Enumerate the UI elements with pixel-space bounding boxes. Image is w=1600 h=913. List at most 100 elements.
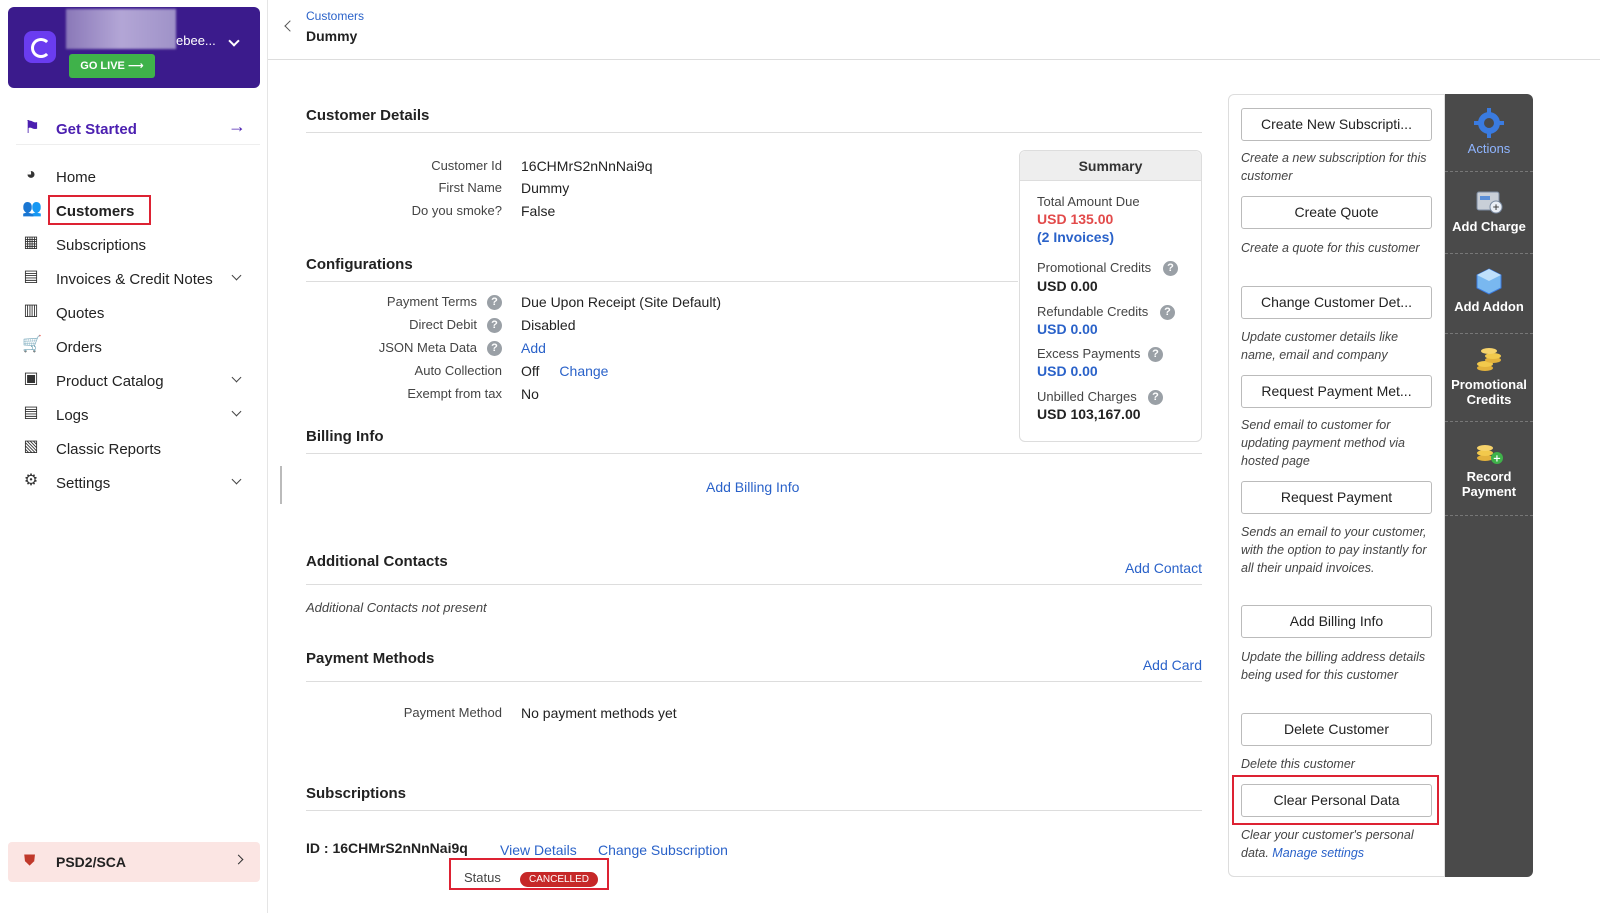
- manage-settings-link[interactable]: Manage settings: [1272, 846, 1364, 860]
- payment-terms-text: Payment Terms: [386, 294, 477, 309]
- invoices-link[interactable]: (2 Invoices): [1037, 229, 1114, 245]
- chevron-down-icon: [231, 270, 242, 281]
- calendar-icon: ▦: [23, 234, 39, 251]
- actions-panel: Create New Subscripti... Create a new su…: [1228, 94, 1445, 877]
- tab-label: Promotional Credits: [1451, 377, 1527, 407]
- request-payment-button[interactable]: Request Payment: [1241, 481, 1432, 514]
- change-customer-details-button[interactable]: Change Customer Det...: [1241, 286, 1432, 319]
- add-card-link[interactable]: Add Card: [1143, 657, 1202, 673]
- divider: [306, 810, 1202, 811]
- cart-icon: 🛒: [22, 336, 42, 353]
- tab-add-charge[interactable]: + Add Charge: [1445, 186, 1533, 254]
- refundable-credits-label: Refundable Credits: [1037, 304, 1149, 319]
- sidebar-item-classic-reports[interactable]: ▧ Classic Reports: [16, 432, 260, 466]
- sidebar-item-subscriptions[interactable]: ▦ Subscriptions: [16, 228, 260, 262]
- sidebar-item-home[interactable]: ◕ Home: [16, 160, 260, 194]
- go-live-button[interactable]: GO LIVE ⟶: [69, 54, 155, 78]
- help-icon[interactable]: ?: [487, 318, 502, 334]
- customer-id-value: 16CHMrS2nNnNai9q: [521, 158, 653, 174]
- sidebar-item-product-catalog[interactable]: ▣ Product Catalog: [16, 364, 260, 398]
- promo-credits-value: USD 0.00: [1037, 278, 1098, 294]
- create-subscription-button[interactable]: Create New Subscripti...: [1241, 108, 1432, 141]
- add-billing-info-link[interactable]: Add Billing Info: [706, 479, 799, 495]
- tab-add-addon[interactable]: Add Addon: [1445, 266, 1533, 334]
- sidebar-item-orders[interactable]: 🛒 Orders: [16, 330, 260, 364]
- sidebar-item-label: Settings: [56, 475, 111, 492]
- breadcrumb[interactable]: Customers: [306, 9, 364, 23]
- smoke-label: Do you smoke?: [411, 203, 502, 218]
- sidebar-item-label: Subscriptions: [56, 237, 147, 254]
- payment-terms-value: Due Upon Receipt (Site Default): [521, 294, 721, 310]
- tab-actions[interactable]: Actions: [1445, 108, 1533, 172]
- tab-promotional-credits[interactable]: Promotional Credits: [1445, 344, 1533, 422]
- charge-icon: +: [1476, 191, 1503, 214]
- back-chevron-icon[interactable]: [284, 20, 296, 32]
- auto-collection-change-link[interactable]: Change: [559, 363, 608, 379]
- sidebar-nav: ◕ Home 👥 Customers ▦ Subscriptions ▤ Inv…: [16, 160, 260, 500]
- sidebar-item-label: Invoices & Credit Notes: [56, 271, 213, 288]
- get-started-link[interactable]: ⚑ Get Started →: [16, 113, 260, 145]
- sidebar-resize-handle[interactable]: [280, 466, 282, 504]
- sidebar-item-label: Home: [56, 169, 97, 186]
- json-meta-label: JSON Meta Data?: [306, 340, 502, 357]
- action-description: Clear your customer's personal data. Man…: [1241, 826, 1436, 862]
- clear-personal-data-button[interactable]: Clear Personal Data: [1241, 784, 1432, 817]
- sidebar-item-customers[interactable]: 👥 Customers: [16, 194, 260, 228]
- chevron-down-icon[interactable]: [228, 35, 240, 47]
- change-subscription-link[interactable]: Change Subscription: [598, 842, 728, 858]
- tab-record-payment[interactable]: + Record Payment: [1445, 436, 1533, 516]
- help-icon[interactable]: ?: [1148, 347, 1163, 362]
- unbilled-charges-value: USD 103,167.00: [1037, 406, 1141, 422]
- json-meta-add-link[interactable]: Add: [521, 340, 546, 356]
- direct-debit-text: Direct Debit: [409, 317, 477, 332]
- excess-payments-label: Excess Payments: [1037, 346, 1141, 361]
- arrow-right-icon: →: [228, 116, 246, 136]
- coins-icon: [1477, 348, 1501, 371]
- flag-icon: ⚑: [24, 117, 41, 137]
- auto-collection-value: Off Change: [521, 363, 608, 379]
- report-icon: ▧: [23, 438, 39, 455]
- psd2-sca-banner[interactable]: ⛊ PSD2/SCA: [8, 842, 260, 882]
- tab-label: Add Addon: [1454, 299, 1524, 314]
- exempt-tax-value: No: [521, 386, 539, 402]
- delete-customer-button[interactable]: Delete Customer: [1241, 713, 1432, 746]
- coins-plus-icon: +: [1477, 445, 1503, 465]
- sidebar-item-label: Orders: [56, 339, 102, 356]
- summary-panel: Summary Total Amount Due USD 135.00 (2 I…: [1019, 150, 1202, 442]
- svg-text:+: +: [1492, 203, 1500, 213]
- cube-icon: [1476, 268, 1502, 295]
- sidebar-item-invoices[interactable]: ▤ Invoices & Credit Notes: [16, 262, 260, 296]
- payment-method-value: No payment methods yet: [521, 705, 677, 721]
- auto-collection-label: Auto Collection: [414, 363, 502, 378]
- divider: [306, 681, 1202, 682]
- subscriptions-title: Subscriptions: [306, 785, 407, 802]
- chevron-down-icon: [231, 474, 242, 485]
- help-icon[interactable]: ?: [1148, 390, 1163, 405]
- sidebar-item-quotes[interactable]: ▥ Quotes: [16, 296, 260, 330]
- chevron-right-icon: [233, 854, 244, 865]
- payment-terms-label: Payment Terms?: [306, 294, 502, 311]
- request-payment-method-button[interactable]: Request Payment Met...: [1241, 375, 1432, 408]
- sidebar-item-label: Quotes: [56, 305, 105, 322]
- help-icon[interactable]: ?: [1163, 261, 1178, 276]
- additional-contacts-title: Additional Contacts: [306, 553, 448, 570]
- org-switcher[interactable]: ebee... GO LIVE ⟶: [8, 7, 260, 88]
- refundable-credits-value: USD 0.00: [1037, 321, 1098, 337]
- help-icon[interactable]: ?: [487, 295, 502, 311]
- first-name-value: Dummy: [521, 180, 570, 196]
- view-details-link[interactable]: View Details: [500, 842, 577, 858]
- add-billing-info-button[interactable]: Add Billing Info: [1241, 605, 1432, 638]
- sidebar-item-logs[interactable]: ▤ Logs: [16, 398, 260, 432]
- add-contact-link[interactable]: Add Contact: [1125, 560, 1202, 576]
- action-description: Create a new subscription for this custo…: [1241, 151, 1427, 183]
- sidebar-item-settings[interactable]: ⚙ Settings: [16, 466, 260, 500]
- help-icon[interactable]: ?: [487, 341, 502, 357]
- get-started-label: Get Started: [56, 121, 137, 138]
- action-tabs: Actions + Add Charge Add Addon Promotion…: [1445, 94, 1533, 877]
- create-quote-button[interactable]: Create Quote: [1241, 196, 1432, 229]
- divider: [306, 453, 1202, 454]
- shield-icon: ⛊: [24, 852, 36, 869]
- payment-method-label: Payment Method: [403, 705, 502, 720]
- help-icon[interactable]: ?: [1160, 305, 1175, 320]
- status-label: Status: [464, 870, 501, 885]
